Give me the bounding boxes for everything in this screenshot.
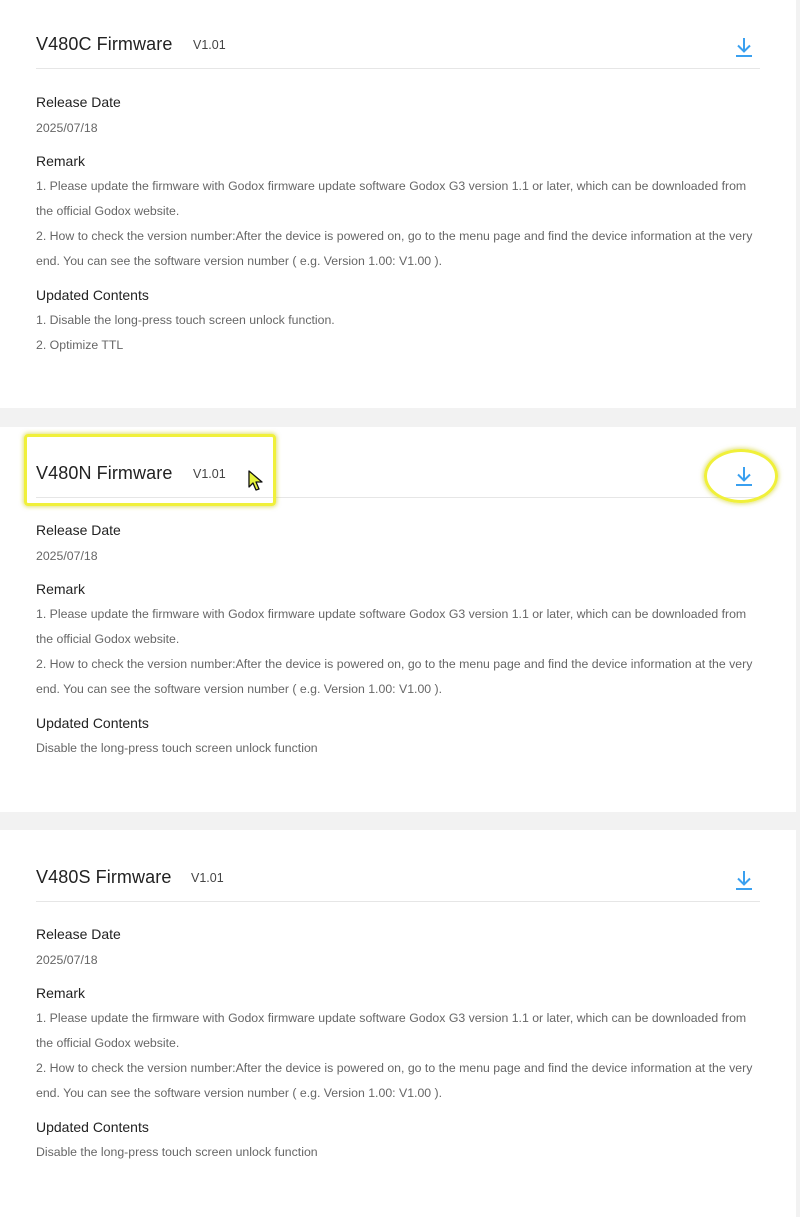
remark-line: 2. How to check the version number:After… <box>36 657 753 696</box>
updated-contents-label: Updated Contents <box>36 287 149 303</box>
download-icon <box>736 38 752 57</box>
release-date-value: 2025/07/18 <box>36 121 98 135</box>
download-button[interactable] <box>734 869 754 891</box>
updated-contents-item: 1. Disable the long-press touch screen u… <box>36 313 335 327</box>
firmware-title: V480S Firmware <box>36 867 172 887</box>
firmware-version: V1.01 <box>191 871 224 885</box>
updated-contents-item: 2. Optimize TTL <box>36 338 124 352</box>
release-date-value: 2025/07/18 <box>36 953 98 967</box>
firmware-card-body: Release Date 2025/07/18 Remark 1. Please… <box>36 520 760 761</box>
title-highlight-box <box>24 434 276 506</box>
remark-label: Remark <box>36 985 86 1001</box>
download-highlight-ellipse <box>704 449 778 503</box>
download-button[interactable] <box>734 36 754 58</box>
release-date-label: Release Date <box>36 926 121 942</box>
remark-line: 1. Please update the firmware with Godox… <box>36 1011 747 1050</box>
release-date-label: Release Date <box>36 94 121 110</box>
firmware-title: V480C Firmware <box>36 34 173 54</box>
remark-line: 1. Please update the firmware with Godox… <box>36 179 747 218</box>
remark-line: 2. How to check the version number:After… <box>36 229 753 268</box>
release-date-label: Release Date <box>36 522 121 538</box>
firmware-card-header: V480S Firmware V1.01 <box>36 861 760 902</box>
remark-label: Remark <box>36 153 86 169</box>
updated-contents-label: Updated Contents <box>36 1119 149 1135</box>
updated-contents-item: Disable the long-press touch screen unlo… <box>36 1145 318 1159</box>
updated-contents-label: Updated Contents <box>36 715 149 731</box>
firmware-card-header: V480C Firmware V1.01 <box>36 28 760 69</box>
updated-contents-item: Disable the long-press touch screen unlo… <box>36 741 318 755</box>
download-icon <box>736 871 752 890</box>
mouse-pointer-icon <box>248 470 263 491</box>
remark-line: 1. Please update the firmware with Godox… <box>36 607 747 646</box>
firmware-card-body: Release Date 2025/07/18 Remark 1. Please… <box>36 924 760 1165</box>
firmware-version: V1.01 <box>193 38 226 52</box>
firmware-card-body: Release Date 2025/07/18 Remark 1. Please… <box>36 92 760 358</box>
remark-line: 2. How to check the version number:After… <box>36 1061 753 1100</box>
remark-label: Remark <box>36 581 86 597</box>
release-date-value: 2025/07/18 <box>36 549 98 563</box>
